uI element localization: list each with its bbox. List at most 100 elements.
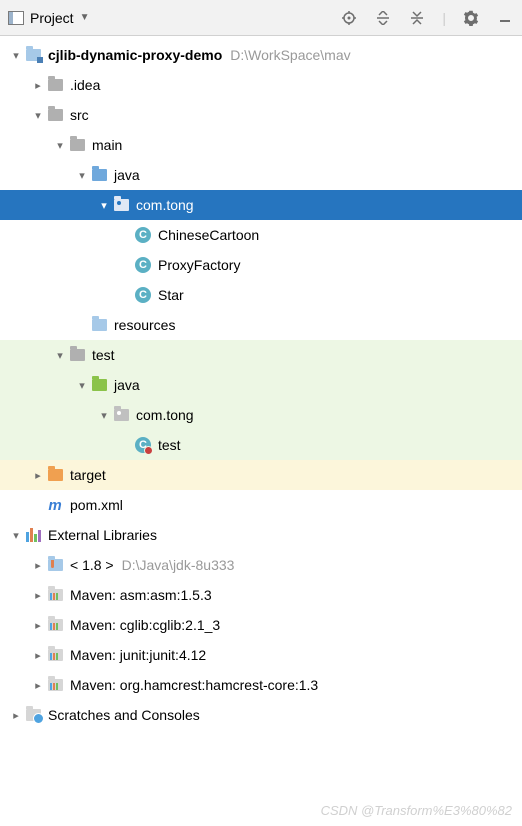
chevron-right-icon[interactable]: ▸	[30, 79, 46, 92]
tree-item-path: D:\WorkSpace\mav	[230, 47, 350, 63]
chevron-down-icon[interactable]: ▾	[96, 199, 112, 212]
watermark: CSDN @Transform%E3%80%82	[321, 803, 512, 818]
module-icon	[24, 47, 42, 63]
lib-cglib[interactable]: ▸ Maven: cglib:cglib:2.1_3	[0, 610, 522, 640]
chevron-right-icon[interactable]: ▸	[30, 679, 46, 692]
project-tool-window-header: Project ▼ |	[0, 0, 522, 36]
header-toolbar: |	[340, 9, 514, 27]
folder-target[interactable]: ▸ target	[0, 460, 522, 490]
folder-main[interactable]: ▾main	[0, 130, 522, 160]
tree-item-label: com.tong	[136, 407, 194, 423]
chevron-right-icon[interactable]: ▸	[30, 649, 46, 662]
library-icon	[46, 647, 64, 663]
tree-item-label: Maven: junit:junit:4.12	[70, 647, 206, 663]
scratches-icon	[24, 707, 42, 723]
chevron-down-icon[interactable]: ▾	[8, 529, 24, 542]
chevron-down-icon[interactable]: ▾	[8, 49, 24, 62]
chevron-down-icon[interactable]: ▾	[52, 139, 68, 152]
class-star[interactable]: ▸CStar	[0, 280, 522, 310]
project-tree[interactable]: ▾ cjlib-dynamic-proxy-demo D:\WorkSpace\ma…	[0, 36, 522, 730]
tree-item-label: ProxyFactory	[158, 257, 240, 273]
external-libraries[interactable]: ▾ External Libraries	[0, 520, 522, 550]
tree-item-label: Maven: org.hamcrest:hamcrest-core:1.3	[70, 677, 318, 693]
chevron-right-icon[interactable]: ▸	[30, 559, 46, 572]
collapse-all-icon[interactable]	[408, 9, 426, 27]
folder-idea[interactable]: ▸ .idea	[0, 70, 522, 100]
lib-jdk[interactable]: ▸ < 1.8 > D:\Java\jdk-8u333	[0, 550, 522, 580]
maven-icon: m	[46, 497, 64, 513]
lib-hamcrest[interactable]: ▸ Maven: org.hamcrest:hamcrest-core:1.3	[0, 670, 522, 700]
tree-item-label: com.tong	[136, 197, 194, 213]
package-com-tong[interactable]: ▾ com.tong	[0, 190, 522, 220]
tree-item-label: Maven: asm:asm:1.5.3	[70, 587, 212, 603]
folder-icon	[46, 107, 64, 123]
folder-resources[interactable]: ▸resources	[0, 310, 522, 340]
tree-item-label: External Libraries	[48, 527, 157, 543]
separator: |	[442, 10, 446, 26]
folder-java-main[interactable]: ▾ java	[0, 160, 522, 190]
folder-src[interactable]: ▾ src	[0, 100, 522, 130]
folder-test[interactable]: ▾ test	[0, 340, 522, 370]
select-opened-file-icon[interactable]	[340, 9, 358, 27]
jdk-icon	[46, 557, 64, 573]
library-icon	[46, 677, 64, 693]
test-class-icon: C	[134, 437, 152, 453]
excluded-folder-icon	[46, 467, 64, 483]
lib-junit[interactable]: ▸ Maven: junit:junit:4.12	[0, 640, 522, 670]
project-root[interactable]: ▾ cjlib-dynamic-proxy-demo D:\WorkSpace\ma…	[0, 40, 522, 70]
folder-java-test[interactable]: ▾ java	[0, 370, 522, 400]
tree-item-label: Scratches and Consoles	[48, 707, 200, 723]
tree-item-label: Maven: cglib:cglib:2.1_3	[70, 617, 220, 633]
library-icon	[46, 617, 64, 633]
hide-icon[interactable]	[496, 9, 514, 27]
file-pom[interactable]: ▸mpom.xml	[0, 490, 522, 520]
chevron-right-icon[interactable]: ▸	[30, 469, 46, 482]
project-title[interactable]: Project	[30, 10, 74, 26]
class-icon: C	[134, 287, 152, 303]
tree-item-path: D:\Java\jdk-8u333	[122, 557, 235, 573]
tree-item-label: < 1.8 >	[70, 557, 114, 573]
package-icon	[112, 407, 130, 423]
folder-icon	[46, 77, 64, 93]
tree-item-label: java	[114, 377, 140, 393]
test-folder-icon	[90, 377, 108, 393]
folder-icon	[68, 137, 86, 153]
header-left: Project ▼	[8, 10, 340, 26]
folder-icon	[68, 347, 86, 363]
tree-item-label: Star	[158, 287, 184, 303]
gear-icon[interactable]	[462, 9, 480, 27]
tree-item-label: ChineseCartoon	[158, 227, 259, 243]
class-proxyfactory[interactable]: ▸CProxyFactory	[0, 250, 522, 280]
package-com-tong-test[interactable]: ▾ com.tong	[0, 400, 522, 430]
chevron-down-icon[interactable]: ▾	[30, 109, 46, 122]
tree-item-label: test	[158, 437, 181, 453]
chevron-right-icon[interactable]: ▸	[8, 709, 24, 722]
chevron-right-icon[interactable]: ▸	[30, 589, 46, 602]
package-icon	[112, 197, 130, 213]
class-icon: C	[134, 257, 152, 273]
chevron-down-icon[interactable]: ▼	[80, 12, 90, 23]
scratches-consoles[interactable]: ▸ Scratches and Consoles	[0, 700, 522, 730]
chevron-down-icon[interactable]: ▾	[74, 169, 90, 182]
chevron-down-icon[interactable]: ▾	[52, 349, 68, 362]
tree-item-label: src	[70, 107, 89, 123]
tree-item-label: java	[114, 167, 140, 183]
tree-item-label: cjlib-dynamic-proxy-demo	[48, 47, 222, 63]
tree-item-label: pom.xml	[70, 497, 123, 513]
chevron-down-icon[interactable]: ▾	[74, 379, 90, 392]
expand-all-icon[interactable]	[374, 9, 392, 27]
external-libraries-icon	[24, 527, 42, 543]
chevron-down-icon[interactable]: ▾	[96, 409, 112, 422]
lib-asm[interactable]: ▸ Maven: asm:asm:1.5.3	[0, 580, 522, 610]
tree-item-label: .idea	[70, 77, 100, 93]
tree-item-label: test	[92, 347, 115, 363]
class-icon: C	[134, 227, 152, 243]
resources-folder-icon	[90, 317, 108, 333]
class-chinesecartoon[interactable]: ▸CChineseCartoon	[0, 220, 522, 250]
chevron-right-icon[interactable]: ▸	[30, 619, 46, 632]
tree-item-label: target	[70, 467, 106, 483]
source-folder-icon	[90, 167, 108, 183]
tree-item-label: resources	[114, 317, 175, 333]
class-test[interactable]: ▸Ctest	[0, 430, 522, 460]
project-view-icon	[8, 11, 24, 25]
